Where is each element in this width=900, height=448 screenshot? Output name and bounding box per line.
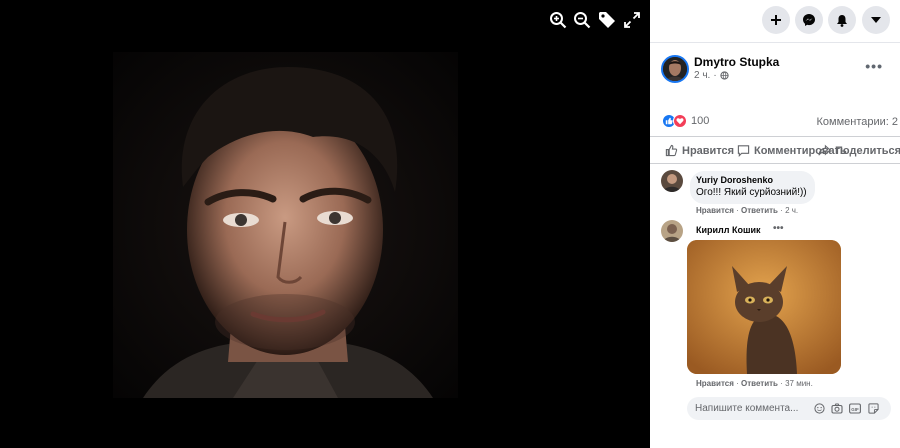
comment-time[interactable]: 2 ч. (785, 206, 798, 215)
comment-author[interactable]: Yuriy Doroshenko (696, 175, 807, 185)
comments-count[interactable]: Комментарии: 2 (816, 116, 898, 128)
commenter-avatar[interactable] (661, 170, 683, 192)
comment-meta: Нравится · Ответить · 2 ч. (696, 206, 799, 215)
globe-icon (720, 71, 729, 80)
author-name[interactable]: Dmytro Stupka (694, 55, 779, 69)
svg-text:GIF: GIF (851, 406, 859, 411)
tag-icon[interactable] (597, 10, 617, 30)
account-menu-icon[interactable] (862, 6, 890, 34)
share-label: Поделиться (835, 144, 900, 157)
reactions-summary[interactable]: 100 (662, 114, 709, 128)
comment-text: Ого!!! Який сурйозний!)) (696, 187, 807, 198)
comment-reply-link[interactable]: Ответить (741, 379, 778, 388)
zoom-out-icon[interactable] (572, 10, 592, 30)
gif-icon[interactable]: GIF (849, 402, 861, 414)
messenger-icon[interactable] (795, 6, 823, 34)
post-options-icon[interactable]: ••• (865, 58, 883, 74)
zoom-in-icon[interactable] (548, 10, 568, 30)
post-photo[interactable] (113, 52, 458, 398)
reactions-count: 100 (691, 115, 710, 127)
post-time: 2 ч. · (694, 70, 729, 81)
commenter-avatar[interactable] (661, 220, 683, 242)
love-reaction-icon (673, 114, 687, 128)
camera-icon[interactable] (831, 402, 843, 414)
notifications-icon[interactable] (828, 6, 856, 34)
post-time-text[interactable]: 2 ч. (694, 70, 710, 81)
fullscreen-icon[interactable] (622, 10, 642, 30)
emoji-icon[interactable] (813, 402, 825, 414)
like-label: Нравится (682, 144, 735, 157)
comment-meta: Нравится · Ответить · 37 мин. (696, 379, 813, 388)
comment-composer: GIF (687, 397, 891, 420)
photo-viewer (0, 0, 650, 448)
post-side-panel: Dmytro Stupka 2 ч. · ••• 100 Комментарии… (650, 0, 900, 448)
comment-bubble: Yuriy Doroshenko Ого!!! Який сурйозний!)… (690, 171, 815, 204)
sticker-icon[interactable] (867, 402, 879, 414)
comment-gif[interactable] (687, 240, 841, 374)
comment-time[interactable]: 37 мин. (785, 379, 813, 388)
top-bar (650, 0, 900, 43)
author-avatar[interactable] (661, 55, 689, 83)
comment-author[interactable]: Кирилл Кошик (696, 225, 761, 235)
plus-icon[interactable] (762, 6, 790, 34)
comment-like-link[interactable]: Нравится (696, 206, 734, 215)
like-icon (665, 144, 678, 157)
post-action-bar: Нравится Комментировать Поделиться (650, 136, 900, 164)
comment-reply-link[interactable]: Ответить (741, 206, 778, 215)
comment-icon (737, 145, 750, 157)
comment-options-icon[interactable]: ••• (773, 223, 784, 234)
share-button[interactable]: Поделиться (818, 144, 900, 157)
share-icon (818, 144, 831, 156)
like-button[interactable]: Нравится (665, 144, 734, 157)
comment-input[interactable] (695, 400, 805, 417)
comment-like-link[interactable]: Нравится (696, 379, 734, 388)
